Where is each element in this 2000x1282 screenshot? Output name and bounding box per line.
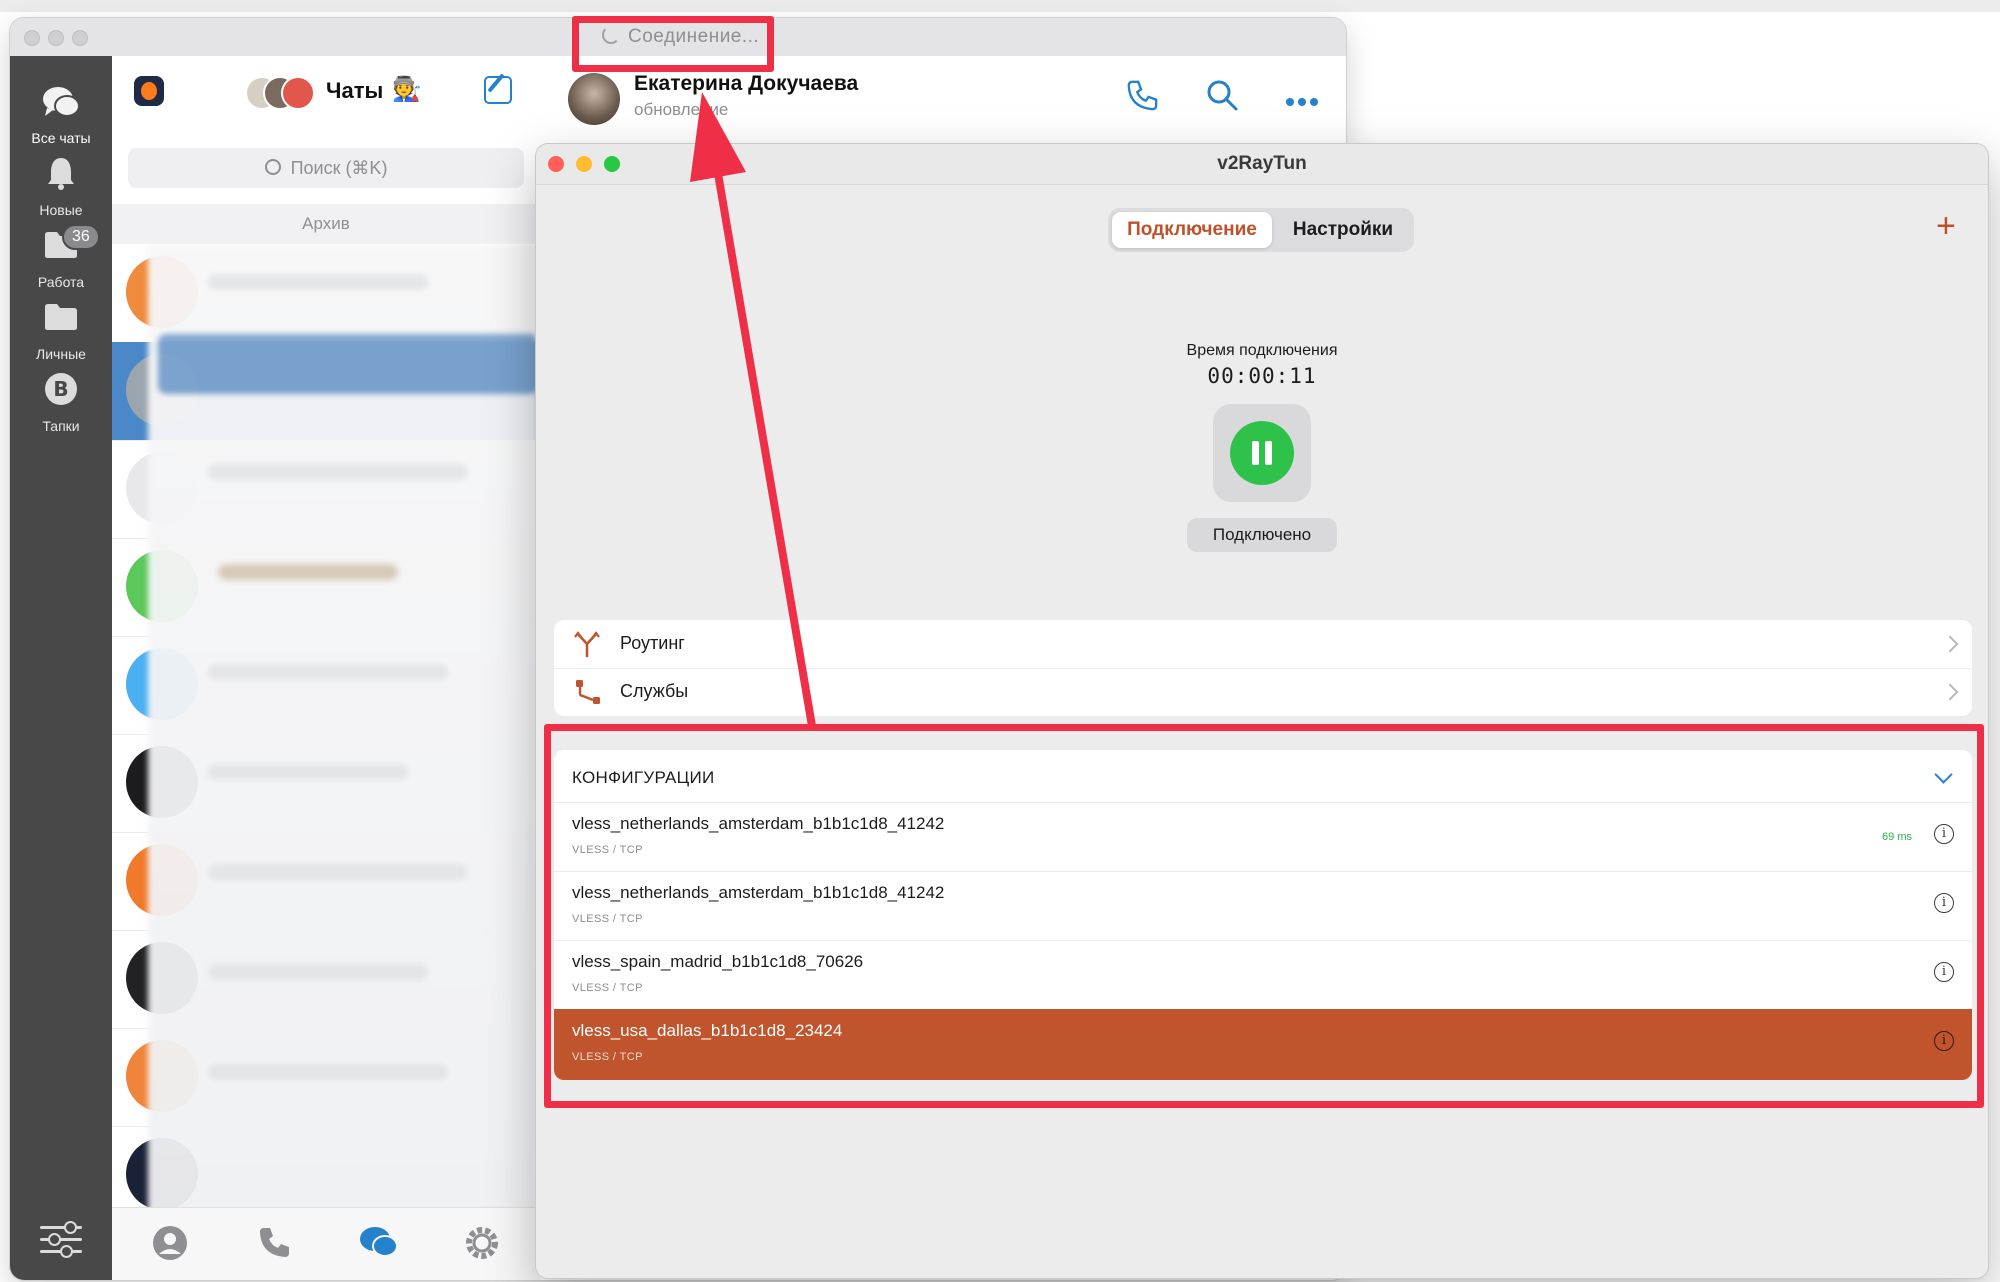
annotation-arrow	[690, 92, 816, 730]
